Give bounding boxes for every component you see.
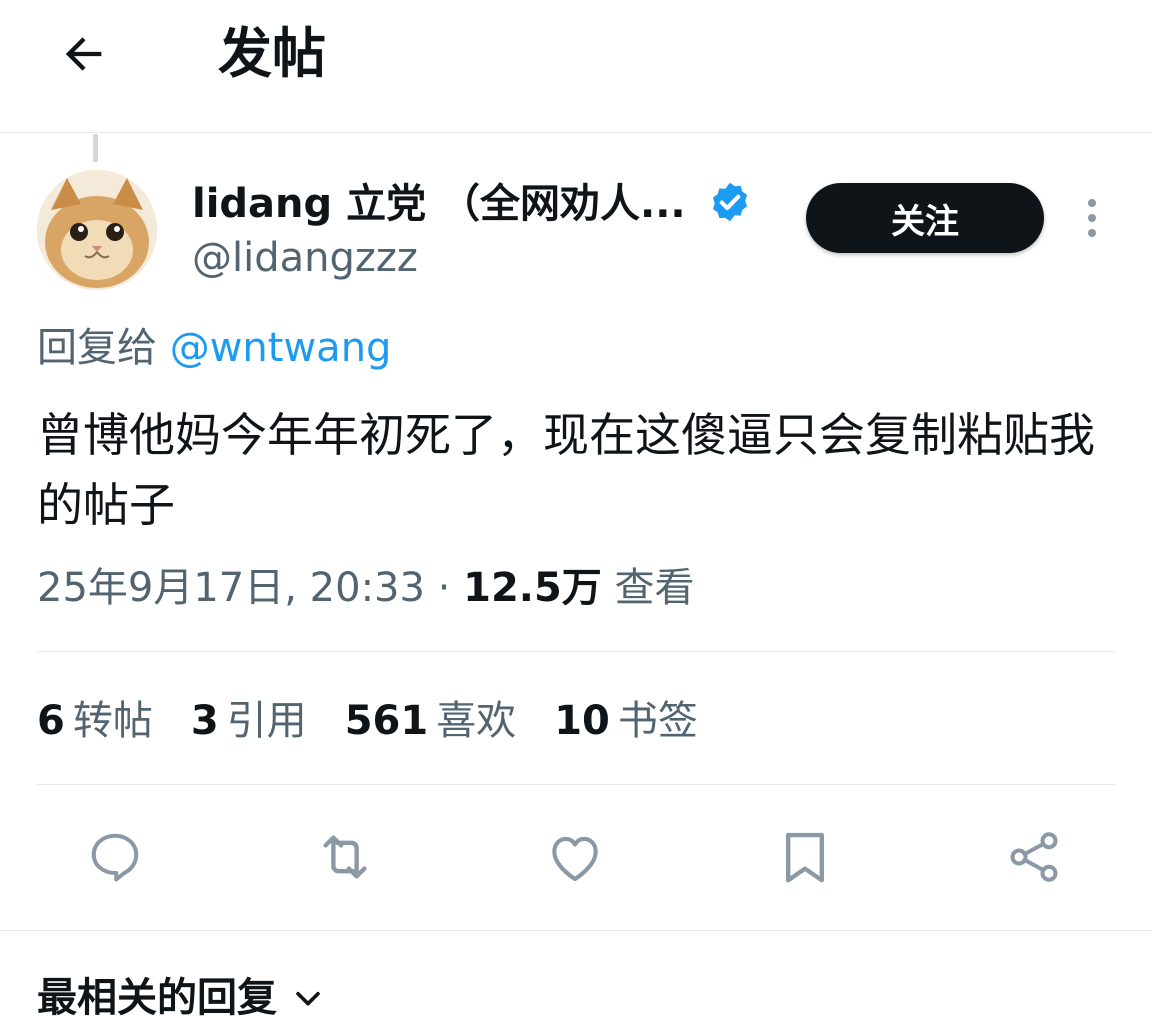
divider	[37, 651, 1115, 652]
more-vertical-icon-dot	[1088, 199, 1096, 207]
reply-to-line: 回复给 @wntwang	[37, 322, 391, 374]
bookmark-icon	[786, 832, 824, 883]
stat-label: 转帖	[72, 698, 153, 744]
section-divider	[0, 930, 1152, 931]
engagement-stats: 6 转帖 3 引用 561 喜欢 10 书签	[37, 694, 736, 748]
stat-label: 引用	[226, 698, 307, 744]
repost-icon	[323, 835, 367, 879]
reply-icon	[91, 833, 139, 882]
reply-button[interactable]	[83, 825, 147, 889]
divider	[37, 784, 1115, 785]
chevron-down-icon	[296, 991, 320, 1006]
more-vertical-icon-dot	[1088, 229, 1096, 237]
views-label: 查看	[614, 565, 695, 611]
page-title: 发帖	[218, 22, 326, 85]
replies-sort-label: 最相关的回复	[37, 975, 277, 1018]
share-button[interactable]	[1002, 825, 1066, 889]
more-options-button[interactable]	[1074, 195, 1110, 241]
bookmark-button[interactable]	[773, 825, 837, 889]
stat-quotes[interactable]: 3 引用	[191, 694, 307, 748]
post-text: 曾博他妈今年年初死了，现在这傻逼只会复制粘贴我的帖子	[37, 408, 1095, 532]
stat-number: 10	[554, 698, 610, 744]
avatar[interactable]	[37, 170, 157, 290]
post-meta: 25年9月17日, 20:33 · 12.5万 查看	[37, 562, 695, 614]
stat-label: 书签	[617, 698, 698, 744]
arrow-left-icon	[65, 37, 102, 71]
share-icon	[1010, 832, 1058, 882]
stat-bookmarks[interactable]: 10 书签	[554, 694, 698, 748]
author-handle[interactable]: @lidangzzz	[192, 232, 418, 284]
stat-likes[interactable]: 561 喜欢	[345, 694, 517, 748]
post-timestamp[interactable]: 25年9月17日, 20:33	[37, 565, 425, 611]
cat-avatar-image	[37, 170, 157, 290]
verified-badge-icon	[712, 182, 748, 222]
meta-separator: ·	[437, 565, 451, 611]
stat-number: 561	[344, 698, 429, 744]
replies-sort-dropdown[interactable]: 最相关的回复	[37, 972, 325, 1018]
reply-to-mention-link[interactable]: @wntwang	[170, 325, 392, 371]
repost-button[interactable]	[313, 825, 377, 889]
more-vertical-icon-dot	[1088, 214, 1096, 222]
stat-reposts[interactable]: 6 转帖	[37, 694, 153, 748]
back-button[interactable]	[52, 22, 116, 86]
stat-number: 3	[190, 698, 219, 744]
stat-number: 6	[37, 698, 65, 744]
stat-label: 喜欢	[436, 698, 517, 744]
thread-connector-line	[93, 134, 98, 162]
reply-prefix: 回复给	[37, 325, 157, 371]
author-display-name[interactable]: lidang 立党 （全网劝人...	[192, 178, 686, 230]
like-icon	[552, 836, 598, 882]
like-button[interactable]	[543, 825, 607, 889]
top-bar: 发帖	[0, 0, 1152, 133]
follow-button[interactable]: 关注	[806, 183, 1044, 253]
views-count: 12.5万	[463, 565, 602, 611]
